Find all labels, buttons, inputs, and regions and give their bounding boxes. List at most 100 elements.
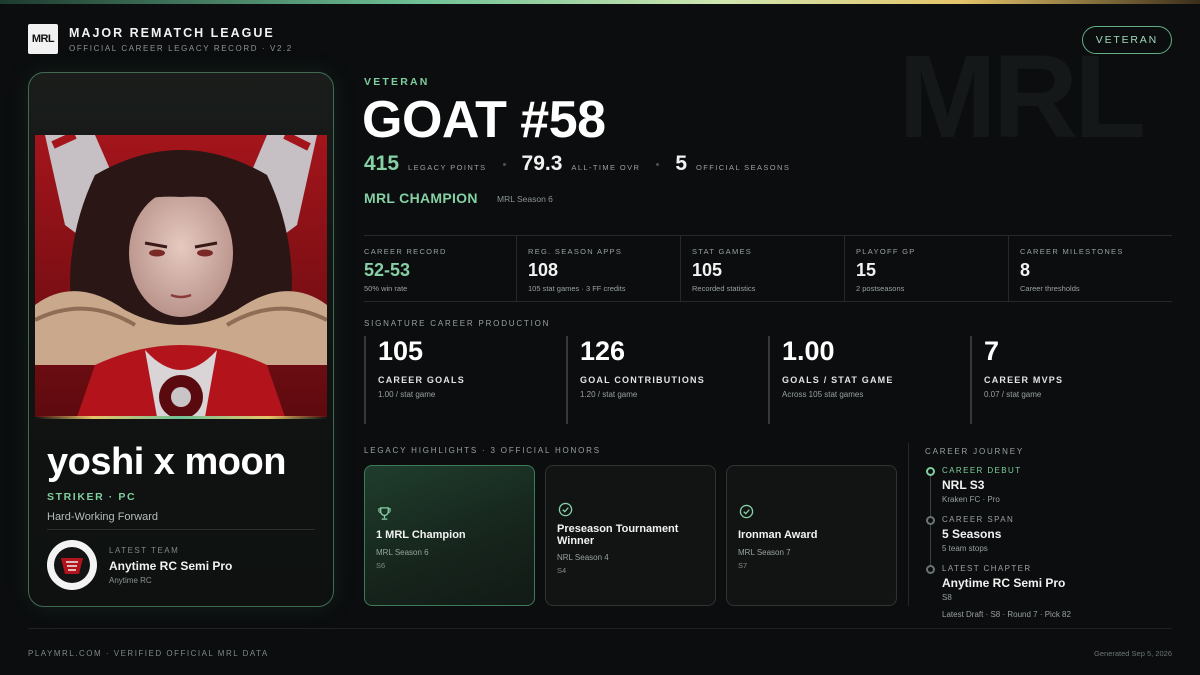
headline-kpis: 415 LEGACY POINTS 79.3 ALL-TIME OVR 5 OF… <box>364 152 790 176</box>
official-seasons-value: 5 <box>675 152 688 175</box>
journey-value: 5 Seasons <box>942 527 1002 541</box>
check-circle-icon <box>739 504 754 519</box>
honor-card-preseason: Preseason Tournament Winner NRL Season 4… <box>545 465 716 606</box>
league-name: MAJOR REMATCH LEAGUE <box>69 25 275 40</box>
summary-label: REG. SEASON APPS <box>528 247 623 256</box>
honor-code: S4 <box>557 566 567 575</box>
production-career-mvps: 7 CAREER MVPS 0.07 / stat game <box>970 336 1172 424</box>
production-label: GOAL CONTRIBUTIONS <box>580 375 705 385</box>
honor-code: S6 <box>376 561 386 570</box>
journey-note: 5 team stops <box>942 544 988 553</box>
journey-draft-note: Latest Draft · S8 · Round 7 · Pick 82 <box>942 610 1071 619</box>
journey-value: Anytime RC Semi Pro <box>942 576 1066 590</box>
production-value: 1.00 <box>782 336 835 366</box>
summary-value: 108 <box>528 260 559 280</box>
production-goal-contributions: 126 GOAL CONTRIBUTIONS 1.20 / stat game <box>566 336 768 424</box>
player-name: yoshi x moon <box>47 441 286 483</box>
production-note: 1.00 / stat game <box>378 390 436 399</box>
league-logo: MRL <box>28 24 58 54</box>
honor-name: 1 MRL Champion <box>376 529 466 541</box>
summary-note: 50% win rate <box>364 284 408 293</box>
summary-value: 8 <box>1020 260 1031 280</box>
latest-team-label: LATEST TEAM <box>109 546 180 555</box>
honor-name: Ironman Award <box>738 529 818 541</box>
championship-season: MRL Season 6 <box>497 194 553 204</box>
championship-title: MRL CHAMPION <box>364 190 478 206</box>
summary-label: STAT GAMES <box>692 247 753 256</box>
player-portrait <box>35 135 327 417</box>
journey-note: S8 <box>942 593 952 602</box>
top-accent-bar <box>0 0 1200 4</box>
journey-dot <box>926 516 935 525</box>
footer-divider <box>28 628 1172 629</box>
honor-season: MRL Season 7 <box>738 548 791 557</box>
journey-label: CAREER DEBUT <box>942 466 1022 475</box>
production-label: GOALS / STAT GAME <box>782 375 894 385</box>
summary-career-milestones: CAREER MILESTONES 8 Career thresholds <box>1008 236 1172 301</box>
honor-season: NRL Season 4 <box>557 553 609 562</box>
latest-team-org: Anytime RC <box>109 576 152 585</box>
summary-note: 105 stat games · 3 FF credits <box>528 284 626 293</box>
team-logo <box>47 540 97 590</box>
record-subtitle: OFFICIAL CAREER LEGACY RECORD · V2.2 <box>69 43 293 53</box>
summary-note: Recorded statistics <box>692 284 756 293</box>
summary-label: CAREER RECORD <box>364 247 447 256</box>
kpi-separator <box>656 162 660 166</box>
honor-season: MRL Season 6 <box>376 548 429 557</box>
goat-rank-title: GOAT #58 <box>362 91 606 149</box>
portrait-accent-bar <box>35 416 327 419</box>
journey-section-label: CAREER JOURNEY <box>925 447 1024 456</box>
card-divider <box>47 529 315 530</box>
journey-value: NRL S3 <box>942 478 985 492</box>
summary-career-record: CAREER RECORD 52-53 50% win rate <box>364 236 516 301</box>
tier-badge: VETERAN <box>1081 26 1172 54</box>
player-archetype: Hard-Working Forward <box>47 511 159 523</box>
summary-note: Career thresholds <box>1020 284 1080 293</box>
legacy-points-label: LEGACY POINTS <box>408 163 487 172</box>
official-seasons-label: OFFICIAL SEASONS <box>696 163 791 172</box>
summary-note: 2 postseasons <box>856 284 905 293</box>
journey-dot <box>926 467 935 476</box>
tier-label: VETERAN <box>364 76 430 88</box>
honor-card-ironman: Ironman Award MRL Season 7 S7 <box>726 465 897 606</box>
career-production: 105 CAREER GOALS 1.00 / stat game 126 GO… <box>364 336 1172 426</box>
player-card: yoshi x moon STRIKER · PC Hard-Working F… <box>28 72 334 607</box>
honors-section-label: LEGACY HIGHLIGHTS · 3 OFFICIAL HONORS <box>364 446 601 455</box>
production-note: Across 105 stat games <box>782 390 864 399</box>
check-circle-icon <box>558 502 573 517</box>
production-value: 126 <box>580 336 626 366</box>
all-time-ovr-label: ALL-TIME OVR <box>571 163 641 172</box>
production-label: CAREER GOALS <box>378 375 465 385</box>
production-note: 0.07 / stat game <box>984 390 1042 399</box>
player-position: STRIKER · PC <box>47 491 137 503</box>
portrait-illustration <box>35 135 327 417</box>
all-time-ovr-value: 79.3 <box>521 152 563 175</box>
summary-value: 105 <box>692 260 723 280</box>
production-value: 7 <box>984 336 1000 366</box>
summary-label: CAREER MILESTONES <box>1020 247 1124 256</box>
legacy-highlights: 1 MRL Champion MRL Season 6 S6 Preseason… <box>364 465 907 606</box>
summary-stat-games: STAT GAMES 105 Recorded statistics <box>680 236 844 301</box>
summary-value: 52-53 <box>364 260 411 280</box>
journey-label: LATEST CHAPTER <box>942 564 1032 573</box>
honor-code: S7 <box>738 561 748 570</box>
career-summary-strip: CAREER RECORD 52-53 50% win rate REG. SE… <box>364 235 1172 302</box>
kpi-separator <box>502 162 506 166</box>
production-career-goals: 105 CAREER GOALS 1.00 / stat game <box>364 336 566 424</box>
production-section-label: SIGNATURE CAREER PRODUCTION <box>364 319 551 328</box>
production-label: CAREER MVPS <box>984 375 1064 385</box>
honor-name: Preseason Tournament Winner <box>557 523 679 547</box>
journey-divider <box>908 443 909 606</box>
footer-generated-date: Generated Sep 5, 2026 <box>1094 649 1172 658</box>
production-note: 1.20 / stat game <box>580 390 638 399</box>
brand-watermark: MRL <box>898 31 1146 163</box>
honor-card-champion: 1 MRL Champion MRL Season 6 S6 <box>364 465 535 606</box>
production-value: 105 <box>378 336 424 366</box>
journey-label: CAREER SPAN <box>942 515 1015 524</box>
brand-header: MRL MAJOR REMATCH LEAGUE OFFICIAL CAREER… <box>28 24 293 54</box>
trophy-icon <box>378 507 391 520</box>
journey-note: Kraken FC · Pro <box>942 495 1000 504</box>
journey-dot <box>926 565 935 574</box>
team-crest-icon <box>54 547 90 583</box>
summary-playoff-gp: PLAYOFF GP 15 2 postseasons <box>844 236 1008 301</box>
